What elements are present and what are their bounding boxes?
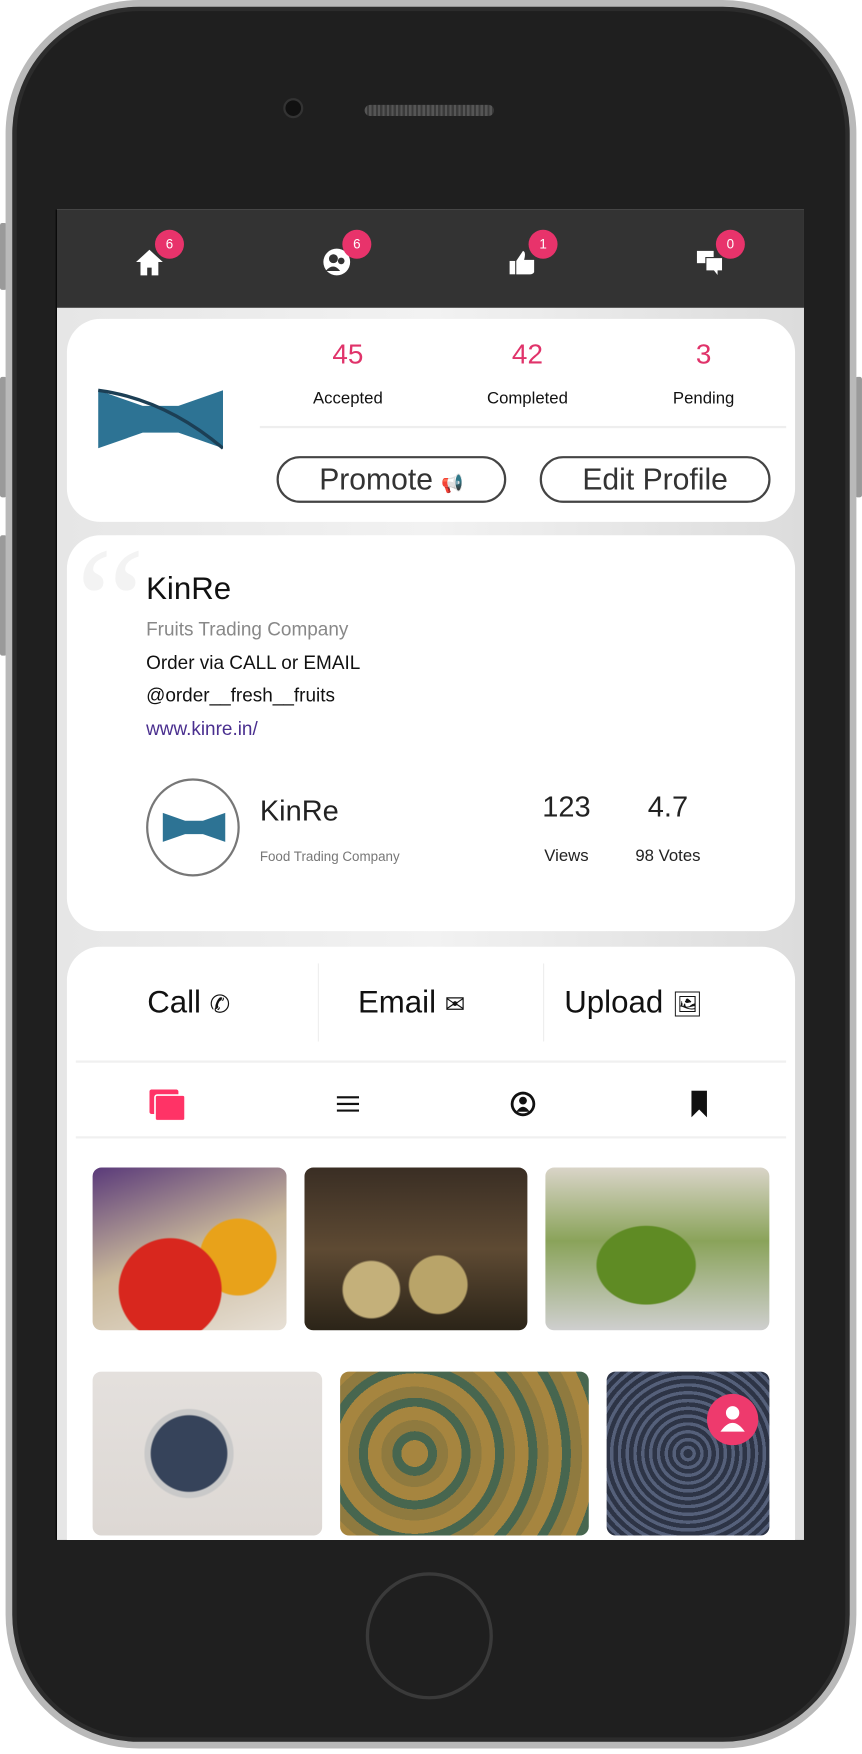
card-subtitle: Food Trading Company <box>259 848 400 865</box>
email-label: Email <box>357 984 437 1020</box>
views-label: Views <box>544 846 589 866</box>
photo-limes[interactable] <box>545 1167 770 1331</box>
phone-icon: ✆ <box>209 990 231 1019</box>
badge: 1 <box>528 229 558 259</box>
photo-coconuts[interactable] <box>304 1167 528 1331</box>
megaphone-icon: 📢 <box>441 475 464 494</box>
avatar <box>146 778 240 877</box>
grid-icon[interactable] <box>149 1089 186 1121</box>
call-button[interactable]: Call ✆ <box>147 985 230 1021</box>
profile-website-link[interactable]: www.kinre.in/ <box>146 718 258 740</box>
quote-decoration: “ <box>75 516 146 690</box>
pending-count: 3 <box>695 338 712 371</box>
stats-card: 45 Accepted 42 Completed 3 Pending Promo… <box>66 318 796 522</box>
promote-button[interactable]: Promote 📢 <box>276 456 507 503</box>
email-button[interactable]: Email ✉ <box>358 985 465 1021</box>
nav-likes[interactable]: 1 <box>508 229 558 284</box>
profile-handle: @order__fresh__fruits <box>146 684 335 706</box>
divider <box>259 425 787 429</box>
photo-blueberries-bowl[interactable] <box>92 1371 323 1536</box>
card-name: KinRe <box>259 793 339 828</box>
completed-label: Completed <box>486 389 568 409</box>
user-icon <box>720 1406 745 1432</box>
pending-label: Pending <box>672 389 735 409</box>
divider <box>75 1060 787 1063</box>
images-icon: 🖼 <box>671 990 704 1019</box>
votes-label: 98 Votes <box>635 846 701 866</box>
divider <box>75 1136 787 1139</box>
profile-icon[interactable] <box>510 1091 537 1118</box>
edit-profile-label: Edit Profile <box>582 462 728 497</box>
photo-pineapples[interactable] <box>340 1371 589 1536</box>
edit-profile-button[interactable]: Edit Profile <box>539 456 771 503</box>
upload-label: Upload <box>564 984 664 1020</box>
profile-category: Fruits Trading Company <box>146 618 349 641</box>
bookmark-icon[interactable] <box>691 1090 707 1118</box>
divider <box>543 963 545 1042</box>
badge: 6 <box>154 229 184 259</box>
rating-value: 4.7 <box>647 789 689 823</box>
divider <box>317 963 319 1042</box>
profile-bio-line: Order via CALL or EMAIL <box>146 652 361 674</box>
speaker-grille <box>364 104 494 116</box>
accepted-count: 45 <box>332 338 364 371</box>
front-camera <box>283 98 304 119</box>
call-label: Call <box>147 984 201 1020</box>
accepted-label: Accepted <box>313 389 383 409</box>
nav-users[interactable]: 6 <box>322 229 372 284</box>
top-nav: 6 6 1 0 <box>56 209 804 308</box>
views-count: 123 <box>542 789 591 823</box>
upload-button[interactable]: Upload 🖼 <box>564 985 703 1021</box>
promote-label: Promote <box>319 462 433 497</box>
profile-fab-button[interactable] <box>706 1393 759 1446</box>
home-button[interactable] <box>365 1572 493 1700</box>
badge: 6 <box>342 229 372 259</box>
nav-home[interactable]: 6 <box>135 229 184 284</box>
badge: 0 <box>715 229 745 259</box>
company-logo <box>98 388 224 450</box>
envelope-icon: ✉ <box>444 990 466 1019</box>
list-icon[interactable] <box>336 1096 360 1112</box>
profile-name: KinRe <box>146 570 232 606</box>
profile-card: “ KinRe Fruits Trading Company Order via… <box>66 516 796 932</box>
avatar-logo <box>162 812 226 842</box>
completed-count: 42 <box>511 338 543 371</box>
nav-messages[interactable]: 0 <box>696 229 745 284</box>
photo-spices[interactable] <box>92 1167 287 1331</box>
content-card: Call ✆ Email ✉ Upload 🖼 <box>66 946 796 1540</box>
app-screen: 6 6 1 0 45 Accepted 42 Completed 3 Pendi… <box>55 209 804 1540</box>
